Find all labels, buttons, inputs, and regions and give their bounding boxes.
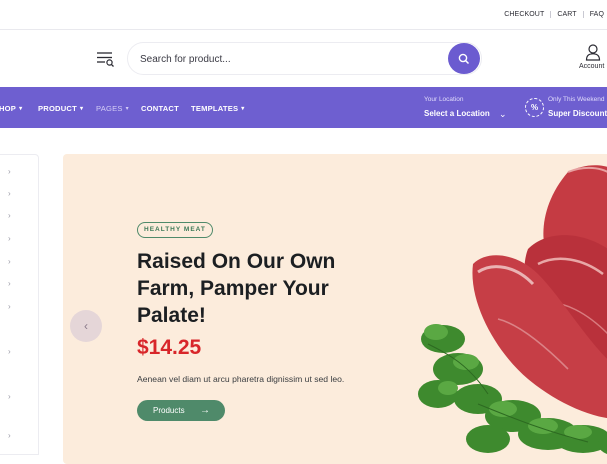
category-tag: HEALTHY MEAT <box>137 222 213 238</box>
search-input[interactable] <box>140 51 430 67</box>
search-button[interactable] <box>448 43 480 74</box>
nav-item-product[interactable]: PRODUCT ▾ <box>38 104 83 113</box>
chevron-right-icon[interactable]: › <box>8 211 11 220</box>
account-label: Account <box>579 63 605 70</box>
nav-label: HOP <box>0 104 17 113</box>
chevron-left-icon[interactable]: ‹ <box>70 310 102 342</box>
account-button[interactable]: Account <box>578 44 607 72</box>
chevron-down-icon[interactable]: ⌄ <box>499 109 507 120</box>
chevron-down-icon: ▾ <box>125 106 129 112</box>
faq-link[interactable]: FAQ <box>590 11 604 18</box>
nav-item-templates[interactable]: TEMPLATES ▾ <box>191 104 244 113</box>
chevron-right-icon[interactable]: › <box>8 302 11 311</box>
divider <box>582 11 584 18</box>
search-bar <box>127 42 482 75</box>
nav-label: CONTACT <box>141 104 179 113</box>
hero-banner: HEALTHY MEAT Raised On Our Own Farm, Pam… <box>63 154 607 464</box>
chevron-right-icon[interactable]: › <box>8 392 11 401</box>
category-sidebar: › › › › › › › › › › <box>0 154 39 455</box>
chevron-down-icon: ▾ <box>241 106 245 112</box>
nav-label: TEMPLATES <box>191 104 239 113</box>
nav-item-contact[interactable]: CONTACT <box>141 104 179 113</box>
top-links: CHECKOUT CART FAQ <box>504 11 604 18</box>
deal-title[interactable]: Super Discount <box>548 109 607 118</box>
meat-image <box>418 165 607 455</box>
nav-label: PAGES <box>96 104 123 113</box>
chevron-right-icon[interactable]: › <box>8 431 11 440</box>
chevron-down-icon: ▾ <box>79 106 84 112</box>
nav-item-pages[interactable]: PAGES ▾ <box>96 104 129 113</box>
button-label: Products <box>153 406 185 415</box>
nav-item-shop[interactable]: HOP ▾ <box>0 104 22 113</box>
hero-headline: Raised On Our Own Farm, Pamper Your Pala… <box>137 250 336 327</box>
nav-label: PRODUCT <box>38 104 77 113</box>
location-caption: Your Location <box>424 96 464 103</box>
user-icon <box>585 44 601 61</box>
chevron-right-icon[interactable]: › <box>8 257 11 266</box>
chevron-right-icon[interactable]: › <box>8 279 11 288</box>
checkout-link[interactable]: CHECKOUT <box>504 11 544 18</box>
chevron-right-icon[interactable]: › <box>8 189 11 198</box>
chevron-down-icon: ▾ <box>19 106 23 112</box>
location-select[interactable]: Select a Location <box>424 109 490 118</box>
arrow-right-icon: → <box>200 405 210 416</box>
products-button[interactable]: Products → <box>137 400 225 421</box>
main-nav: HOP ▾ PRODUCT ▾ PAGES ▾ CONTACT TEMPLATES ▾ <box>0 87 607 128</box>
divider <box>550 11 552 18</box>
deal-caption: Only This Weekend <box>548 96 605 103</box>
cart-link[interactable]: CART <box>557 11 576 18</box>
top-bar: CHECKOUT CART FAQ <box>0 0 607 30</box>
search-icon <box>458 53 470 64</box>
hero-description: Aenean vel diam ut arcu pharetra digniss… <box>137 374 345 384</box>
percent-badge-icon: % <box>525 98 544 117</box>
chevron-right-icon[interactable]: › <box>8 167 11 176</box>
menu-filter-icon[interactable] <box>94 50 118 68</box>
chevron-right-icon[interactable]: › <box>8 347 11 356</box>
chevron-right-icon[interactable]: › <box>8 234 11 243</box>
hero-price: $14.25 <box>137 336 202 359</box>
